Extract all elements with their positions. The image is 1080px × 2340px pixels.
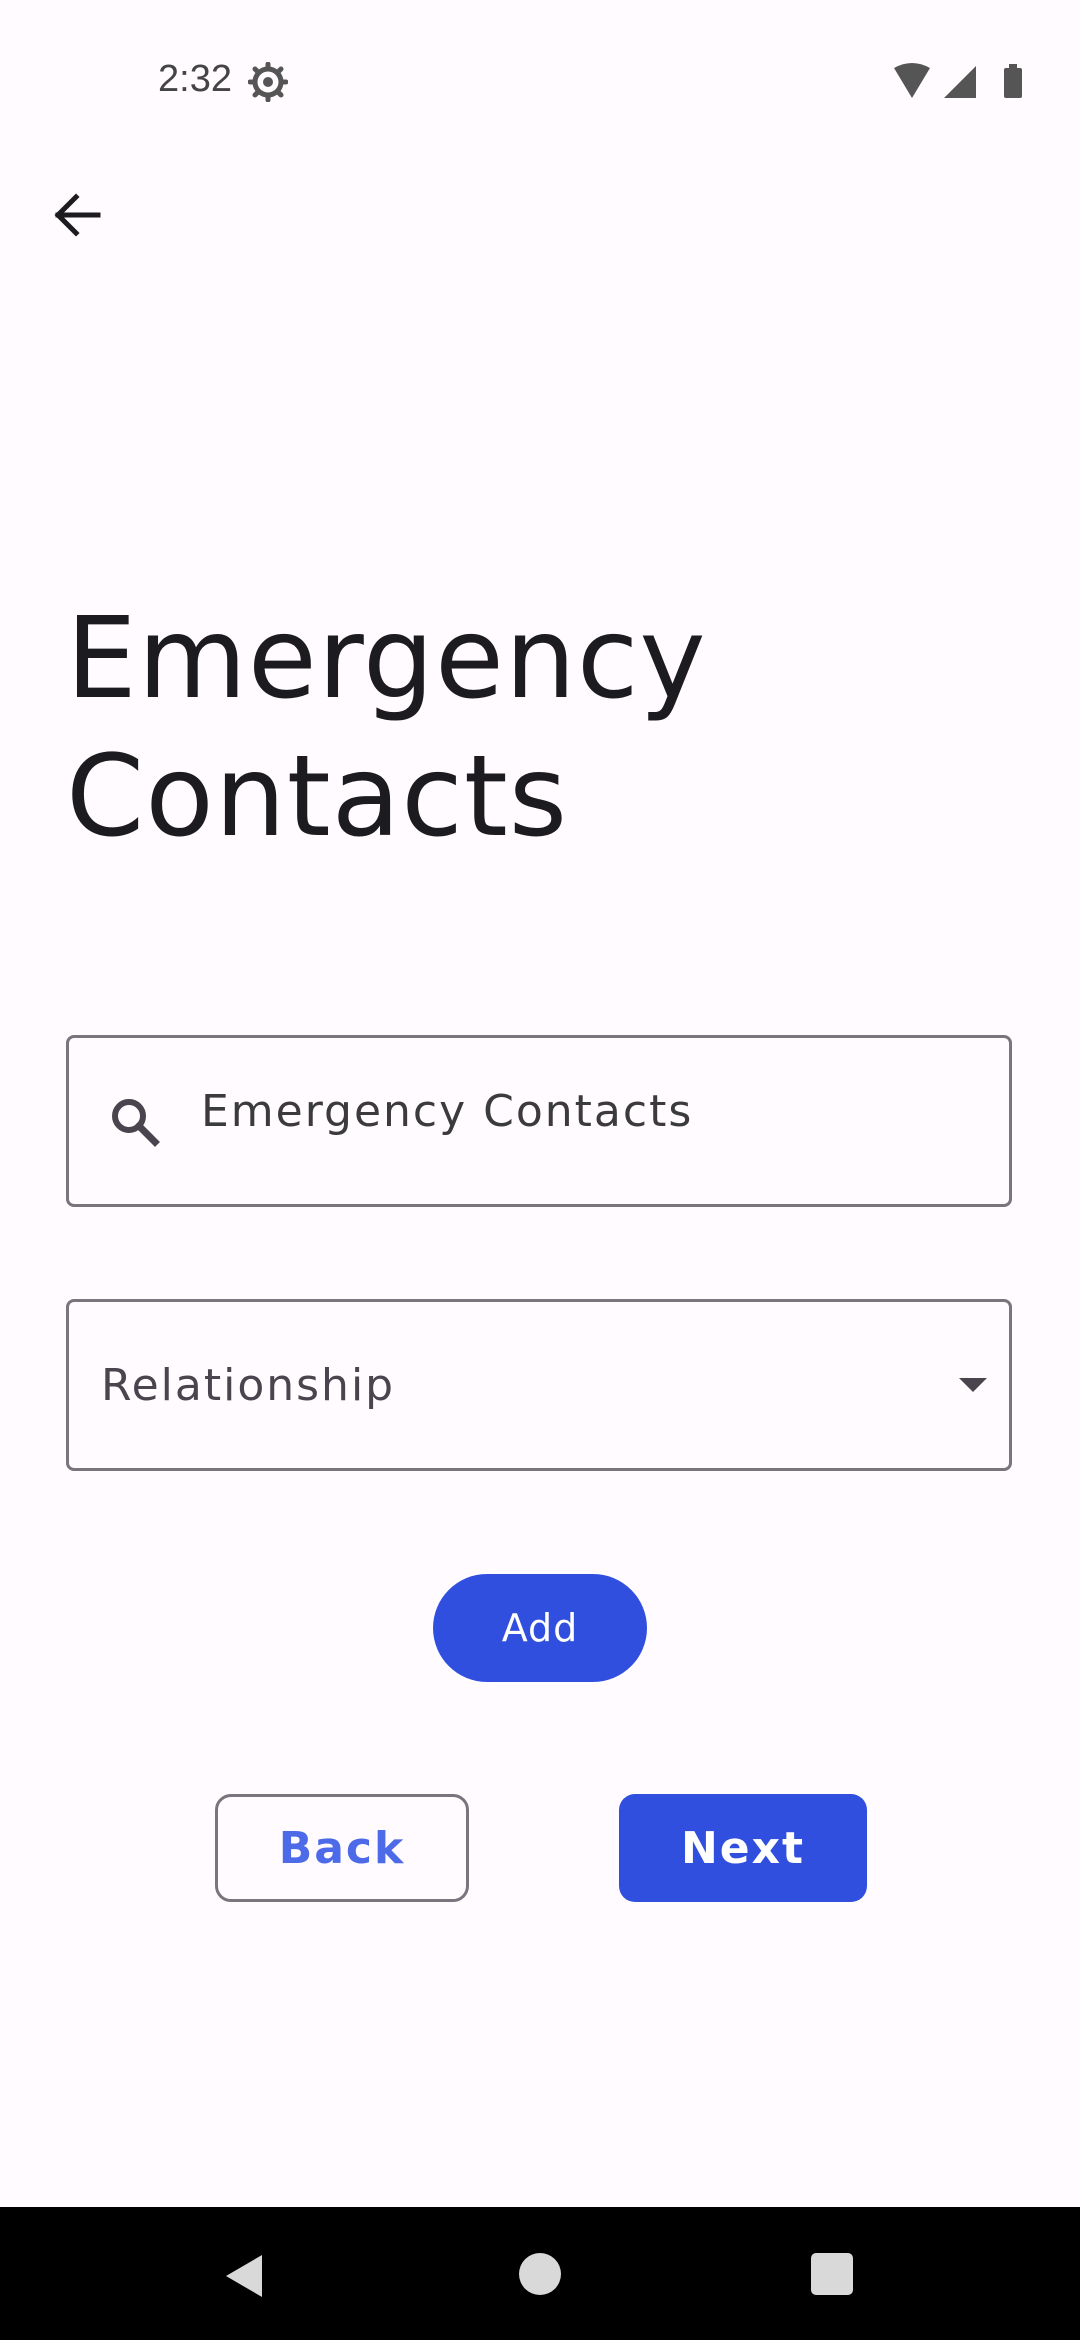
relationship-dropdown[interactable]: Relationship [66, 1299, 1012, 1471]
arrow-back-icon[interactable] [52, 190, 102, 240]
search-field[interactable]: Emergency Contacts [66, 1035, 1012, 1207]
relationship-label: Relationship [101, 1360, 396, 1411]
status-icons [890, 62, 1040, 102]
cellular-signal-icon [944, 66, 976, 98]
page-title-line-1: Emergency [66, 594, 707, 724]
dropdown-arrow-icon[interactable] [953, 1370, 993, 1400]
page-title-line-2: Contacts [66, 732, 569, 862]
nav-back-icon[interactable] [222, 2251, 266, 2301]
search-input-value[interactable]: Emergency Contacts [201, 1086, 693, 1137]
next-button[interactable]: Next [619, 1794, 867, 1902]
wifi-icon [894, 63, 930, 98]
status-time: 2:32 [158, 58, 232, 100]
page-title: Emergency Contacts [66, 590, 966, 866]
system-nav-bar [0, 2207, 1080, 2340]
add-button[interactable]: Add [433, 1574, 647, 1682]
nav-home-icon[interactable] [519, 2253, 561, 2295]
back-button[interactable]: Back [215, 1794, 469, 1902]
battery-icon [1004, 64, 1022, 98]
search-icon [105, 1092, 165, 1152]
gear-icon [247, 61, 289, 103]
nav-recents-icon[interactable] [811, 2253, 853, 2295]
status-bar: 2:32 [0, 0, 1080, 170]
